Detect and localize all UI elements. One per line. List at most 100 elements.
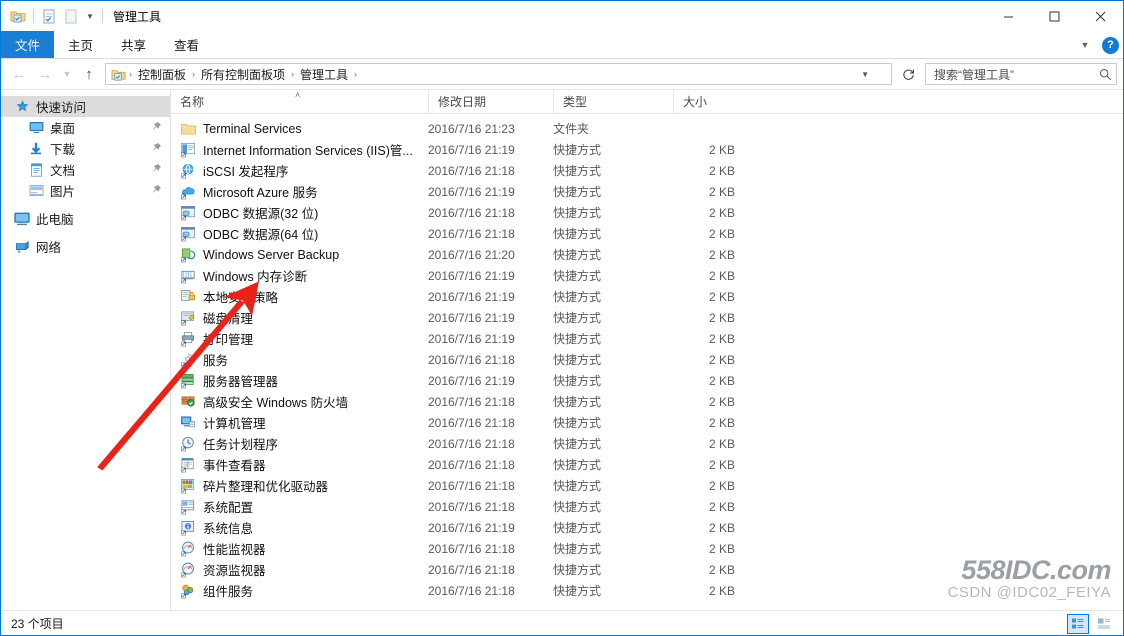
table-row[interactable]: 系统配置 2016/7/16 21:18 快捷方式 2 KB (171, 496, 1123, 517)
address-bar[interactable]: › 控制面板 › 所有控制面板项 › 管理工具 › ▼ (105, 63, 892, 85)
cell-name[interactable]: Terminal Services (171, 121, 428, 137)
cell-name[interactable]: 打印管理 (171, 329, 428, 348)
column-header-type[interactable]: 类型 (553, 90, 673, 113)
tab-view[interactable]: 查看 (160, 31, 213, 58)
sidebar-item-this-pc[interactable]: 此电脑 (1, 208, 170, 229)
table-row[interactable]: 服务 2016/7/16 21:18 快捷方式 2 KB (171, 349, 1123, 370)
cell-name[interactable]: ODBC 数据源(32 位) (171, 203, 428, 222)
pin-icon-downloads[interactable] (151, 142, 162, 156)
back-button[interactable]: ← (7, 62, 31, 86)
table-row[interactable]: 打印管理 2016/7/16 21:19 快捷方式 2 KB (171, 328, 1123, 349)
breadcrumb-separator-0[interactable]: › (127, 69, 134, 79)
table-row[interactable]: Windows 内存诊断 2016/7/16 21:19 快捷方式 2 KB (171, 265, 1123, 286)
chevron-down-icon[interactable]: ▼ (1074, 34, 1096, 56)
folder-icon[interactable] (7, 5, 29, 27)
tab-share[interactable]: 共享 (107, 31, 160, 58)
table-row[interactable]: Internet Information Services (IIS)管... 2… (171, 139, 1123, 160)
table-row[interactable]: ODBC 数据源(32 位) 2016/7/16 21:18 快捷方式 2 KB (171, 202, 1123, 223)
sidebar-item-pictures[interactable]: 图片 (1, 180, 170, 201)
sidebar-item-downloads[interactable]: 下载 (1, 138, 170, 159)
table-row[interactable]: 任务计划程序 2016/7/16 21:18 快捷方式 2 KB (171, 433, 1123, 454)
table-row[interactable]: 高级安全 Windows 防火墙 2016/7/16 21:18 快捷方式 2 KB (171, 391, 1123, 412)
cell-name[interactable]: ODBC 数据源(64 位) (171, 224, 428, 243)
minimize-button[interactable] (985, 1, 1031, 31)
refresh-button[interactable] (897, 63, 919, 85)
search-box[interactable]: 搜索“管理工具” (925, 63, 1117, 85)
cell-name[interactable]: 性能监视器 (171, 539, 428, 558)
cell-size: 2 KB (708, 583, 735, 598)
breadcrumb-separator-1[interactable]: › (190, 69, 197, 79)
table-row[interactable]: Terminal Services 2016/7/16 21:23 文件夹 (171, 118, 1123, 139)
cell-size: 2 KB (708, 331, 735, 346)
cell-name[interactable]: 服务器管理器 (171, 371, 428, 390)
pin-icon-desktop[interactable] (151, 121, 162, 135)
breadcrumb-admin-tools[interactable]: 管理工具 (296, 66, 352, 83)
table-row[interactable]: 组件服务 2016/7/16 21:18 快捷方式 2 KB (171, 580, 1123, 601)
column-header-size[interactable]: 大小 (673, 90, 751, 113)
new-folder-icon[interactable] (60, 5, 82, 27)
pin-icon-documents[interactable] (151, 163, 162, 177)
help-icon[interactable]: ? (1102, 36, 1119, 54)
details-view-icon[interactable] (1067, 613, 1089, 634)
cell-type: 快捷方式 (553, 416, 602, 430)
large-icons-view-icon[interactable] (1093, 614, 1115, 634)
cell-modified-date: 2016/7/16 21:18 (428, 562, 515, 577)
cell-name[interactable]: 碎片整理和优化驱动器 (171, 476, 428, 495)
table-row[interactable]: 事件查看器 2016/7/16 21:18 快捷方式 2 KB (171, 454, 1123, 475)
table-row[interactable]: iSCSI 发起程序 2016/7/16 21:18 快捷方式 2 KB (171, 160, 1123, 181)
cell-name[interactable]: 系统信息 (171, 518, 428, 537)
cell-name[interactable]: 事件查看器 (171, 455, 428, 474)
cell-name[interactable]: Windows Server Backup (171, 247, 428, 263)
sidebar-item-desktop[interactable]: 桌面 (1, 117, 170, 138)
breadcrumb-separator-3[interactable]: › (352, 69, 359, 79)
properties-icon[interactable] (38, 5, 60, 27)
tab-home[interactable]: 主页 (54, 31, 107, 58)
cell-name[interactable]: 服务 (171, 350, 428, 369)
sidebar-item-documents[interactable]: 文档 (1, 159, 170, 180)
cell-name[interactable]: iSCSI 发起程序 (171, 161, 428, 180)
maximize-button[interactable] (1031, 1, 1077, 31)
cell-type: 快捷方式 (553, 458, 602, 472)
address-dropdown-caret[interactable]: ▼ (861, 70, 869, 79)
search-input[interactable]: 搜索“管理工具” (934, 66, 1099, 83)
breadcrumb-control-panel[interactable]: 控制面板 (134, 66, 190, 83)
cell-name[interactable]: 高级安全 Windows 防火墙 (171, 392, 428, 411)
table-row[interactable]: 系统信息 2016/7/16 21:19 快捷方式 2 KB (171, 517, 1123, 538)
column-header-date[interactable]: 修改日期 (428, 90, 553, 113)
cell-name[interactable]: 资源监视器 (171, 560, 428, 579)
cell-name[interactable]: 系统配置 (171, 497, 428, 516)
table-row[interactable]: 资源监视器 2016/7/16 21:18 快捷方式 2 KB (171, 559, 1123, 580)
sidebar-item-network[interactable]: 网络 (1, 236, 170, 257)
pin-icon-pictures[interactable] (151, 184, 162, 198)
column-header-name[interactable]: 名称 ˄ (171, 90, 428, 113)
breadcrumb-separator-2[interactable]: › (289, 69, 296, 79)
qat-dropdown-caret[interactable]: ▼ (82, 6, 98, 26)
cell-name[interactable]: 本地安全策略 (171, 287, 428, 306)
table-row[interactable]: ODBC 数据源(64 位) 2016/7/16 21:18 快捷方式 2 KB (171, 223, 1123, 244)
sidebar-item-quick-access[interactable]: 快速访问 (1, 96, 170, 117)
resmon-icon (180, 562, 197, 578)
cell-name[interactable]: 组件服务 (171, 581, 428, 600)
forward-button[interactable]: → (33, 62, 57, 86)
table-row[interactable]: 碎片整理和优化驱动器 2016/7/16 21:18 快捷方式 2 KB (171, 475, 1123, 496)
table-row[interactable]: Microsoft Azure 服务 2016/7/16 21:19 快捷方式 2 K… (171, 181, 1123, 202)
up-button[interactable]: ↑ (77, 62, 101, 86)
cell-name[interactable]: 磁盘清理 (171, 308, 428, 327)
breadcrumb-all-items[interactable]: 所有控制面板项 (197, 66, 289, 83)
cell-name[interactable]: Internet Information Services (IIS)管... (171, 140, 428, 159)
table-row[interactable]: 磁盘清理 2016/7/16 21:19 快捷方式 2 KB (171, 307, 1123, 328)
cell-name[interactable]: Windows 内存诊断 (171, 266, 428, 285)
table-row[interactable]: 计算机管理 2016/7/16 21:18 快捷方式 2 KB (171, 412, 1123, 433)
close-button[interactable] (1077, 1, 1123, 31)
cell-name[interactable]: 任务计划程序 (171, 434, 428, 453)
table-row[interactable]: 服务器管理器 2016/7/16 21:19 快捷方式 2 KB (171, 370, 1123, 391)
file-name-label: 本地安全策略 (203, 291, 279, 305)
table-row[interactable]: 本地安全策略 2016/7/16 21:19 快捷方式 2 KB (171, 286, 1123, 307)
cell-modified-date: 2016/7/16 21:23 (428, 121, 515, 136)
cell-name[interactable]: Microsoft Azure 服务 (171, 182, 428, 201)
table-row[interactable]: Windows Server Backup 2016/7/16 21:20 快捷方式… (171, 244, 1123, 265)
table-row[interactable]: 性能监视器 2016/7/16 21:18 快捷方式 2 KB (171, 538, 1123, 559)
recent-locations-button[interactable]: ▼ (59, 62, 75, 86)
cell-name[interactable]: 计算机管理 (171, 413, 428, 432)
tab-file[interactable]: 文件 (1, 31, 55, 58)
